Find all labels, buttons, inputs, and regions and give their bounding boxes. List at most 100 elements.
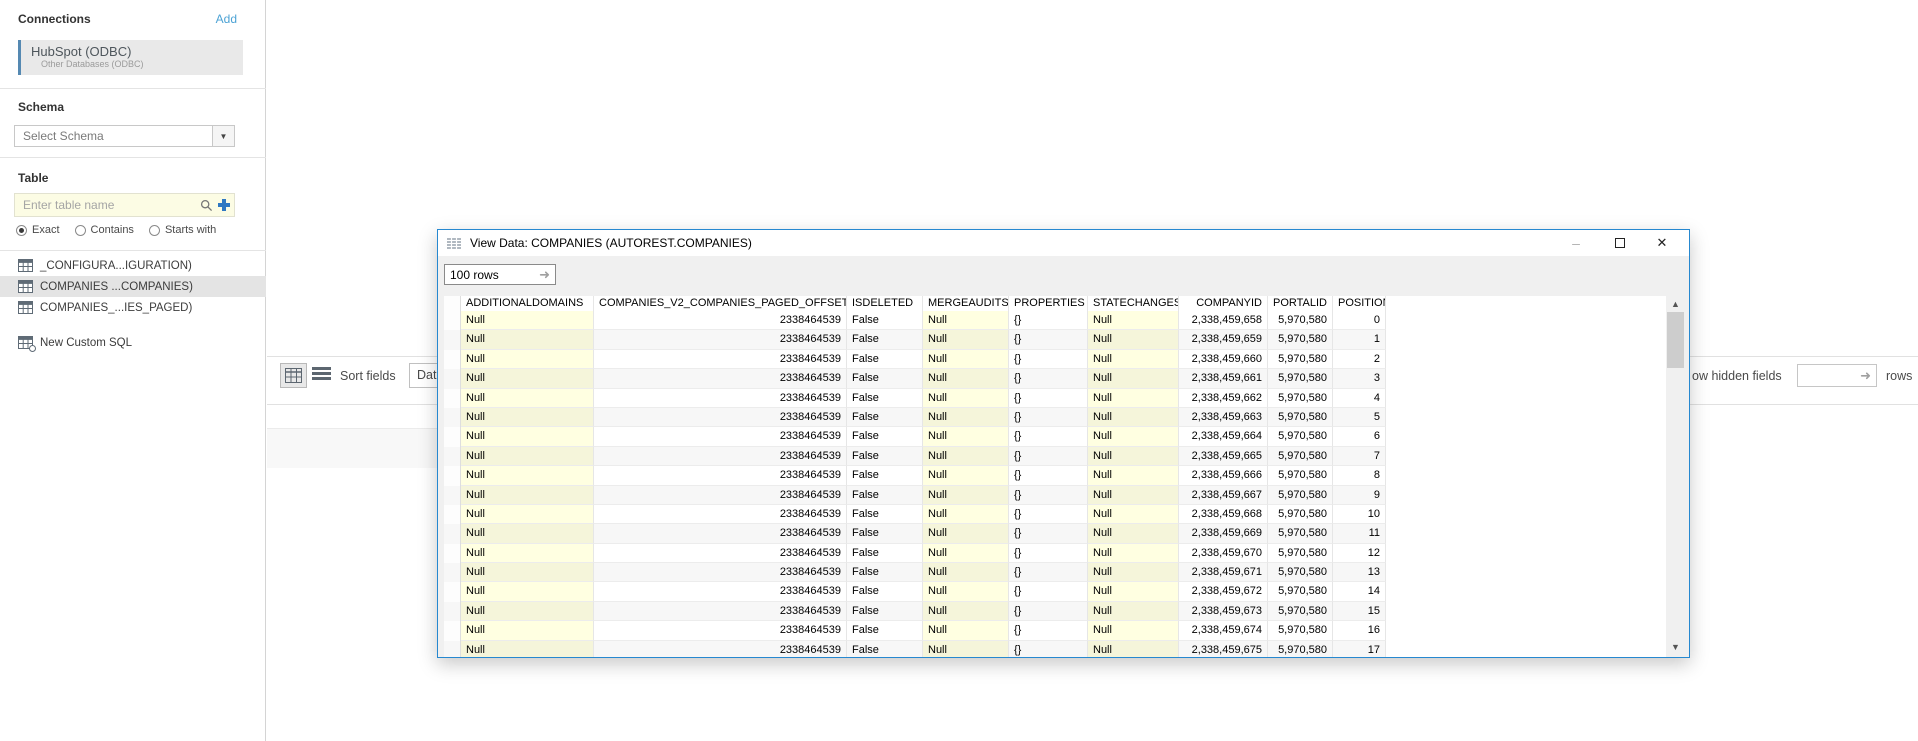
grid-row[interactable]: Null2338464539FalseNull{}Null2,338,459,6… bbox=[444, 582, 1666, 601]
scroll-up-icon[interactable]: ▲ bbox=[1667, 296, 1684, 312]
row-filler bbox=[1386, 330, 1666, 349]
grid-cell: 2338464539 bbox=[594, 408, 847, 427]
grid-cell: 2338464539 bbox=[594, 602, 847, 621]
grid-row[interactable]: Null2338464539FalseNull{}Null2,338,459,6… bbox=[444, 602, 1666, 621]
dialog-titlebar[interactable]: View Data: COMPANIES (AUTOREST.COMPANIES… bbox=[438, 230, 1689, 256]
grid-row[interactable]: Null2338464539FalseNull{}Null2,338,459,6… bbox=[444, 389, 1666, 408]
grid-cell: 6 bbox=[1333, 427, 1386, 446]
grid-cell: 5,970,580 bbox=[1268, 466, 1333, 485]
row-filler bbox=[1386, 389, 1666, 408]
grid-row[interactable]: Null2338464539FalseNull{}Null2,338,459,6… bbox=[444, 447, 1666, 466]
row-gutter bbox=[444, 524, 461, 543]
table-item-companies-paged[interactable]: COMPANIES_...IES_PAGED) bbox=[0, 297, 266, 318]
radio-contains[interactable]: Contains bbox=[75, 224, 134, 236]
grid-row[interactable]: Null2338464539FalseNull{}Null2,338,459,6… bbox=[444, 311, 1666, 330]
search-icon bbox=[200, 199, 213, 212]
grid-header-cell[interactable]: PORTALID bbox=[1268, 296, 1333, 311]
schema-select[interactable]: Select Schema ▼ bbox=[14, 125, 235, 147]
close-button[interactable]: ✕ bbox=[1645, 230, 1679, 256]
grid-row[interactable]: Null2338464539FalseNull{}Null2,338,459,6… bbox=[444, 486, 1666, 505]
grid-header-cell[interactable]: ISDELETED bbox=[847, 296, 923, 311]
grid-cell: 5,970,580 bbox=[1268, 544, 1333, 563]
grid-cell: Null bbox=[1088, 369, 1179, 388]
connection-item-hubspot[interactable]: HubSpot (ODBC) Other Databases (ODBC) bbox=[18, 40, 243, 75]
grid-row[interactable]: Null2338464539FalseNull{}Null2,338,459,6… bbox=[444, 544, 1666, 563]
table-heading: Table bbox=[18, 171, 48, 185]
grid-cell: 2,338,459,669 bbox=[1179, 524, 1268, 543]
grid-header-cell[interactable]: MERGEAUDITS bbox=[923, 296, 1009, 311]
grid-row[interactable]: Null2338464539FalseNull{}Null2,338,459,6… bbox=[444, 330, 1666, 349]
row-gutter bbox=[444, 641, 461, 657]
grid-row[interactable]: Null2338464539FalseNull{}Null2,338,459,6… bbox=[444, 505, 1666, 524]
grid-cell: Null bbox=[923, 602, 1009, 621]
radio-starts-with[interactable]: Starts with bbox=[149, 224, 216, 236]
row-gutter bbox=[444, 311, 461, 330]
grid-cell: 5 bbox=[1333, 408, 1386, 427]
radio-exact[interactable]: Exact bbox=[16, 224, 60, 236]
table-item-companies[interactable]: COMPANIES ...COMPANIES) bbox=[0, 276, 266, 297]
table-item-configuration[interactable]: _CONFIGURA...IGURATION) bbox=[0, 255, 266, 276]
rows-limit-input[interactable] bbox=[1798, 369, 1855, 383]
new-custom-sql[interactable]: New Custom SQL bbox=[0, 332, 266, 353]
row-filler bbox=[1386, 544, 1666, 563]
grid-row[interactable]: Null2338464539FalseNull{}Null2,338,459,6… bbox=[444, 427, 1666, 446]
row-filler bbox=[1386, 524, 1666, 543]
list-view-button[interactable] bbox=[312, 367, 331, 384]
grid-cell: 2338464539 bbox=[594, 427, 847, 446]
grid-row[interactable]: Null2338464539FalseNull{}Null2,338,459,6… bbox=[444, 350, 1666, 369]
add-connection-link[interactable]: Add bbox=[216, 12, 237, 26]
grid-row[interactable]: Null2338464539FalseNull{}Null2,338,459,6… bbox=[444, 524, 1666, 543]
grid-cell: Null bbox=[1088, 330, 1179, 349]
grid-view-button[interactable] bbox=[280, 363, 307, 388]
grid-header-cell[interactable]: ADDITIONALDOMAINS bbox=[461, 296, 594, 311]
connection-name: HubSpot (ODBC) bbox=[31, 44, 243, 59]
grid-cell: False bbox=[847, 505, 923, 524]
grid-row[interactable]: Null2338464539FalseNull{}Null2,338,459,6… bbox=[444, 369, 1666, 388]
grid-row[interactable]: Null2338464539FalseNull{}Null2,338,459,6… bbox=[444, 641, 1666, 657]
grid-cell: 2,338,459,662 bbox=[1179, 389, 1268, 408]
scrollbar-thumb[interactable] bbox=[1667, 312, 1684, 368]
vertical-scrollbar[interactable]: ▲ ▼ bbox=[1667, 296, 1684, 655]
grid-cell: {} bbox=[1009, 563, 1088, 582]
grid-cell: 5,970,580 bbox=[1268, 641, 1333, 657]
grid-cell: 2,338,459,675 bbox=[1179, 641, 1268, 657]
grid-cell: 5,970,580 bbox=[1268, 389, 1333, 408]
grid-row[interactable]: Null2338464539FalseNull{}Null2,338,459,6… bbox=[444, 466, 1666, 485]
grid-cell: Null bbox=[1088, 544, 1179, 563]
schema-select-value: Select Schema bbox=[15, 129, 212, 143]
apply-row-count-arrow-icon[interactable]: ➜ bbox=[534, 267, 555, 283]
grid-cell: Null bbox=[461, 389, 594, 408]
grid-row[interactable]: Null2338464539FalseNull{}Null2,338,459,6… bbox=[444, 621, 1666, 640]
row-gutter bbox=[444, 602, 461, 621]
minimize-button[interactable]: – bbox=[1559, 230, 1593, 256]
grid-header-filler bbox=[1386, 296, 1666, 311]
grid-cell: {} bbox=[1009, 505, 1088, 524]
grid-cell: Null bbox=[923, 582, 1009, 601]
grid-cell: Null bbox=[1088, 350, 1179, 369]
chevron-down-icon[interactable]: ▼ bbox=[212, 126, 234, 146]
grid-cell: {} bbox=[1009, 582, 1088, 601]
new-table-plus-icon[interactable] bbox=[218, 199, 230, 211]
scroll-down-icon[interactable]: ▼ bbox=[1667, 639, 1684, 655]
grid-row[interactable]: Null2338464539FalseNull{}Null2,338,459,6… bbox=[444, 408, 1666, 427]
grid-header-cell[interactable]: POSITION bbox=[1333, 296, 1386, 311]
apply-rows-arrow-icon[interactable]: ➜ bbox=[1855, 368, 1876, 384]
radio-icon bbox=[75, 225, 86, 236]
grid-header-cell[interactable]: PROPERTIES bbox=[1009, 296, 1088, 311]
grid-header-cell[interactable]: COMPANYID bbox=[1179, 296, 1268, 311]
row-filler bbox=[1386, 408, 1666, 427]
grid-header-cell[interactable]: COMPANIES_V2_COMPANIES_PAGED_OFFSET bbox=[594, 296, 847, 311]
row-gutter bbox=[444, 389, 461, 408]
grid-cell: 2,338,459,666 bbox=[1179, 466, 1268, 485]
radio-icon bbox=[149, 225, 160, 236]
grid-row[interactable]: Null2338464539FalseNull{}Null2,338,459,6… bbox=[444, 563, 1666, 582]
grid-cell: 17 bbox=[1333, 641, 1386, 657]
row-count-value[interactable]: 100 rows bbox=[445, 268, 534, 282]
grid-cell: 5,970,580 bbox=[1268, 621, 1333, 640]
grid-cell: Null bbox=[461, 582, 594, 601]
maximize-button[interactable] bbox=[1603, 230, 1637, 256]
row-gutter bbox=[444, 427, 461, 446]
grid-header-cell[interactable]: STATECHANGES bbox=[1088, 296, 1179, 311]
table-search-input[interactable] bbox=[23, 198, 200, 212]
table-item-label: COMPANIES ...COMPANIES) bbox=[40, 281, 193, 293]
